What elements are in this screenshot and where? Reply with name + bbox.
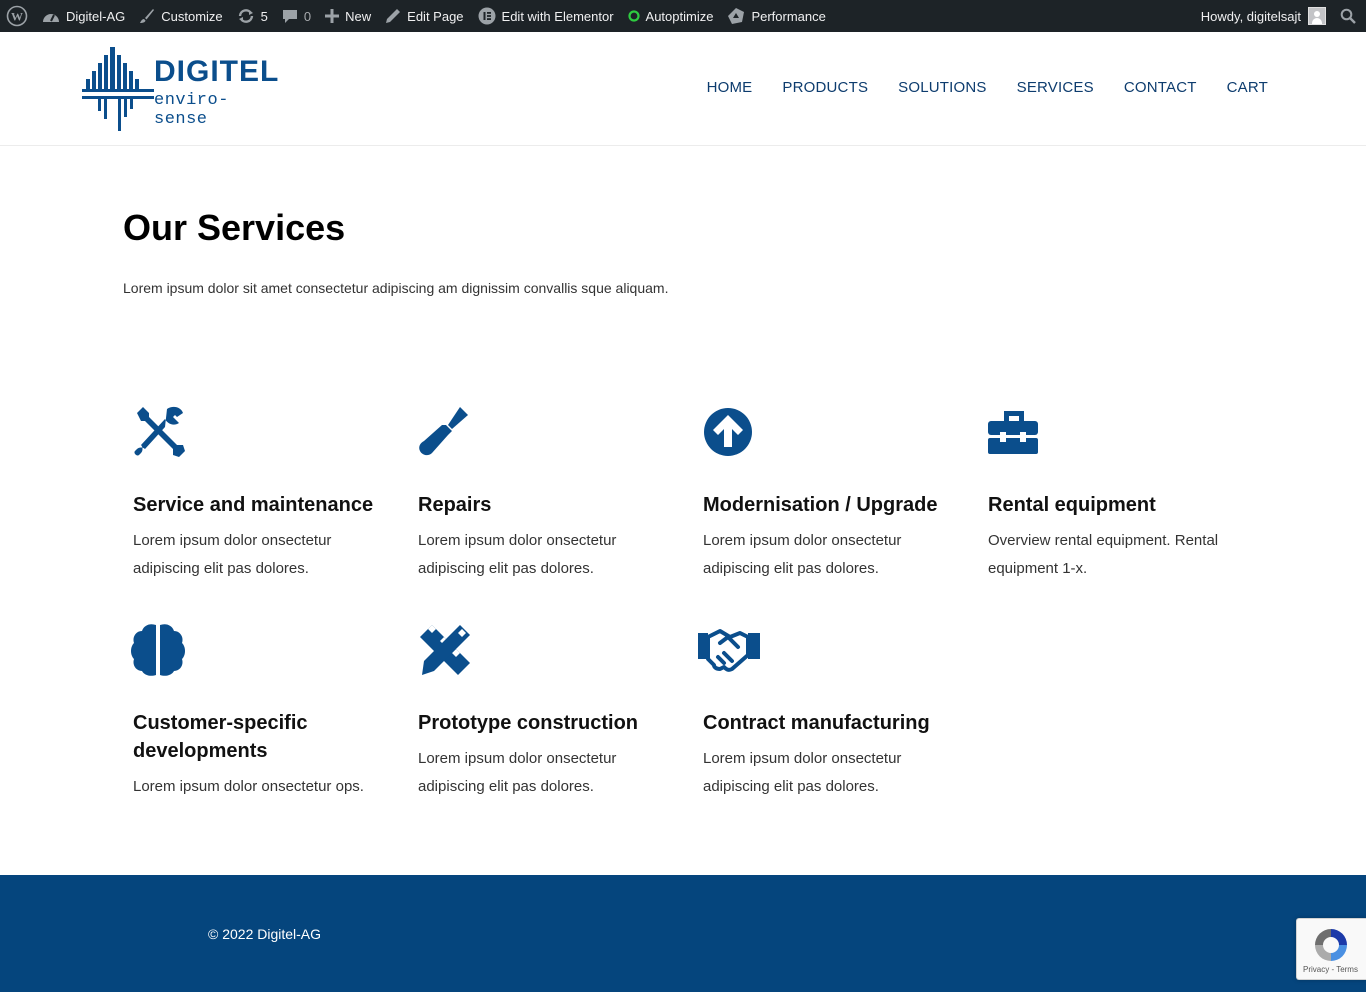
site-logo[interactable]: DIGITEL enviro-sense: [82, 47, 282, 131]
edit-page-label: Edit Page: [407, 8, 464, 24]
site-footer: © 2022 Digitel-AG: [0, 875, 1366, 992]
updates-button[interactable]: 5: [230, 0, 275, 32]
service-description: Lorem ipsum dolor onsectetur adipiscing …: [703, 532, 902, 577]
recaptcha-links[interactable]: Privacy - Terms: [1303, 965, 1358, 974]
new-label: New: [345, 8, 372, 24]
copyright-text: © 2022 Digitel-AG: [208, 926, 322, 942]
comments-count: 0: [303, 8, 312, 24]
search-icon: [1340, 8, 1356, 24]
service-title: Modernisation / Upgrade: [703, 494, 938, 516]
service-title: Service and maintenance: [133, 494, 374, 516]
nav-item-products[interactable]: PRODUCTS: [782, 79, 868, 96]
admin-search-button[interactable]: [1333, 0, 1366, 32]
service-title: Prototype construction: [418, 712, 639, 734]
customize-label: Customize: [161, 8, 223, 24]
customize-button[interactable]: Customize: [132, 0, 229, 32]
site-header: DIGITEL enviro-sense HOME PRODUCTS SOLUT…: [0, 32, 1366, 146]
howdy-label: Howdy, digitelsajt: [1200, 8, 1301, 24]
plus-icon: [325, 9, 340, 23]
performance-icon: [727, 7, 745, 25]
performance-label: Performance: [751, 8, 826, 24]
logo-tagline: enviro-sense: [154, 91, 229, 129]
service-description: Lorem ipsum dolor onsectetur adipiscing …: [418, 532, 617, 577]
pencil-ruler-icon: [418, 623, 472, 677]
wordpress-icon: W: [6, 5, 28, 27]
brain-icon: [130, 623, 185, 677]
nav-item-home[interactable]: HOME: [707, 79, 753, 96]
service-description: Lorem ipsum dolor onsectetur ops.: [133, 778, 364, 795]
service-description: Overview rental equipment. Rental equipm…: [988, 532, 1219, 577]
comment-icon: [282, 9, 298, 24]
autoptimize-button[interactable]: Autoptimize: [621, 0, 721, 32]
nav-item-contact[interactable]: CONTACT: [1124, 79, 1197, 96]
tools-icon: [133, 405, 187, 459]
toolbox-icon: [988, 405, 1042, 459]
nav-item-cart[interactable]: CART: [1227, 79, 1268, 96]
brush-icon: [139, 8, 155, 24]
edit-page-button[interactable]: Edit Page: [378, 0, 470, 32]
updates-count: 5: [260, 8, 268, 24]
svg-text:W: W: [11, 10, 23, 24]
handshake-icon: [696, 623, 762, 677]
pencil-icon: [385, 8, 401, 24]
logo-wordmark: DIGITEL: [154, 55, 280, 88]
edit-elementor-button[interactable]: Edit with Elementor: [471, 0, 621, 32]
service-title: Rental equipment: [988, 494, 1156, 516]
screwdriver-icon: [418, 405, 472, 459]
nav-item-services[interactable]: SERVICES: [1017, 79, 1094, 96]
service-description: Lorem ipsum dolor onsectetur adipiscing …: [703, 750, 902, 795]
autoptimize-label: Autoptimize: [645, 8, 714, 24]
main-nav: HOME PRODUCTS SOLUTIONS SERVICES CONTACT…: [677, 79, 1268, 96]
account-menu[interactable]: Howdy, digitelsajt: [1194, 0, 1333, 32]
dashboard-icon: [42, 9, 60, 23]
new-content-button[interactable]: New: [318, 0, 378, 32]
admin-bar: W Digitel-AG Customize 5 0 New Edit Page…: [0, 0, 1366, 32]
wordpress-logo-button[interactable]: W: [0, 0, 35, 32]
site-name-label: Digitel-AG: [66, 8, 126, 24]
service-title: Repairs: [418, 494, 492, 516]
status-dot-icon: [627, 10, 640, 22]
service-title: Customer-specific developments: [133, 712, 308, 762]
service-description: Lorem ipsum dolor onsectetur adipiscing …: [418, 750, 617, 795]
logo-mark-icon: [82, 47, 154, 131]
arrow-circle-up-icon: [703, 405, 757, 459]
recaptcha-icon: [1315, 929, 1347, 961]
site-name-menu[interactable]: Digitel-AG: [35, 0, 132, 32]
service-title: Contract manufacturing: [703, 712, 930, 734]
elementor-icon: [478, 7, 496, 25]
recaptcha-badge[interactable]: Privacy - Terms: [1296, 918, 1366, 980]
page-title: Our Services: [123, 207, 346, 248]
updates-icon: [237, 8, 255, 24]
performance-button[interactable]: Performance: [720, 0, 832, 32]
service-description: Lorem ipsum dolor onsectetur adipiscing …: [133, 532, 332, 577]
edit-elementor-label: Edit with Elementor: [501, 8, 614, 24]
intro-text: Lorem ipsum dolor sit amet consectetur a…: [123, 280, 669, 296]
avatar: [1308, 7, 1326, 25]
nav-item-solutions[interactable]: SOLUTIONS: [898, 79, 986, 96]
comments-button[interactable]: 0: [275, 0, 318, 32]
